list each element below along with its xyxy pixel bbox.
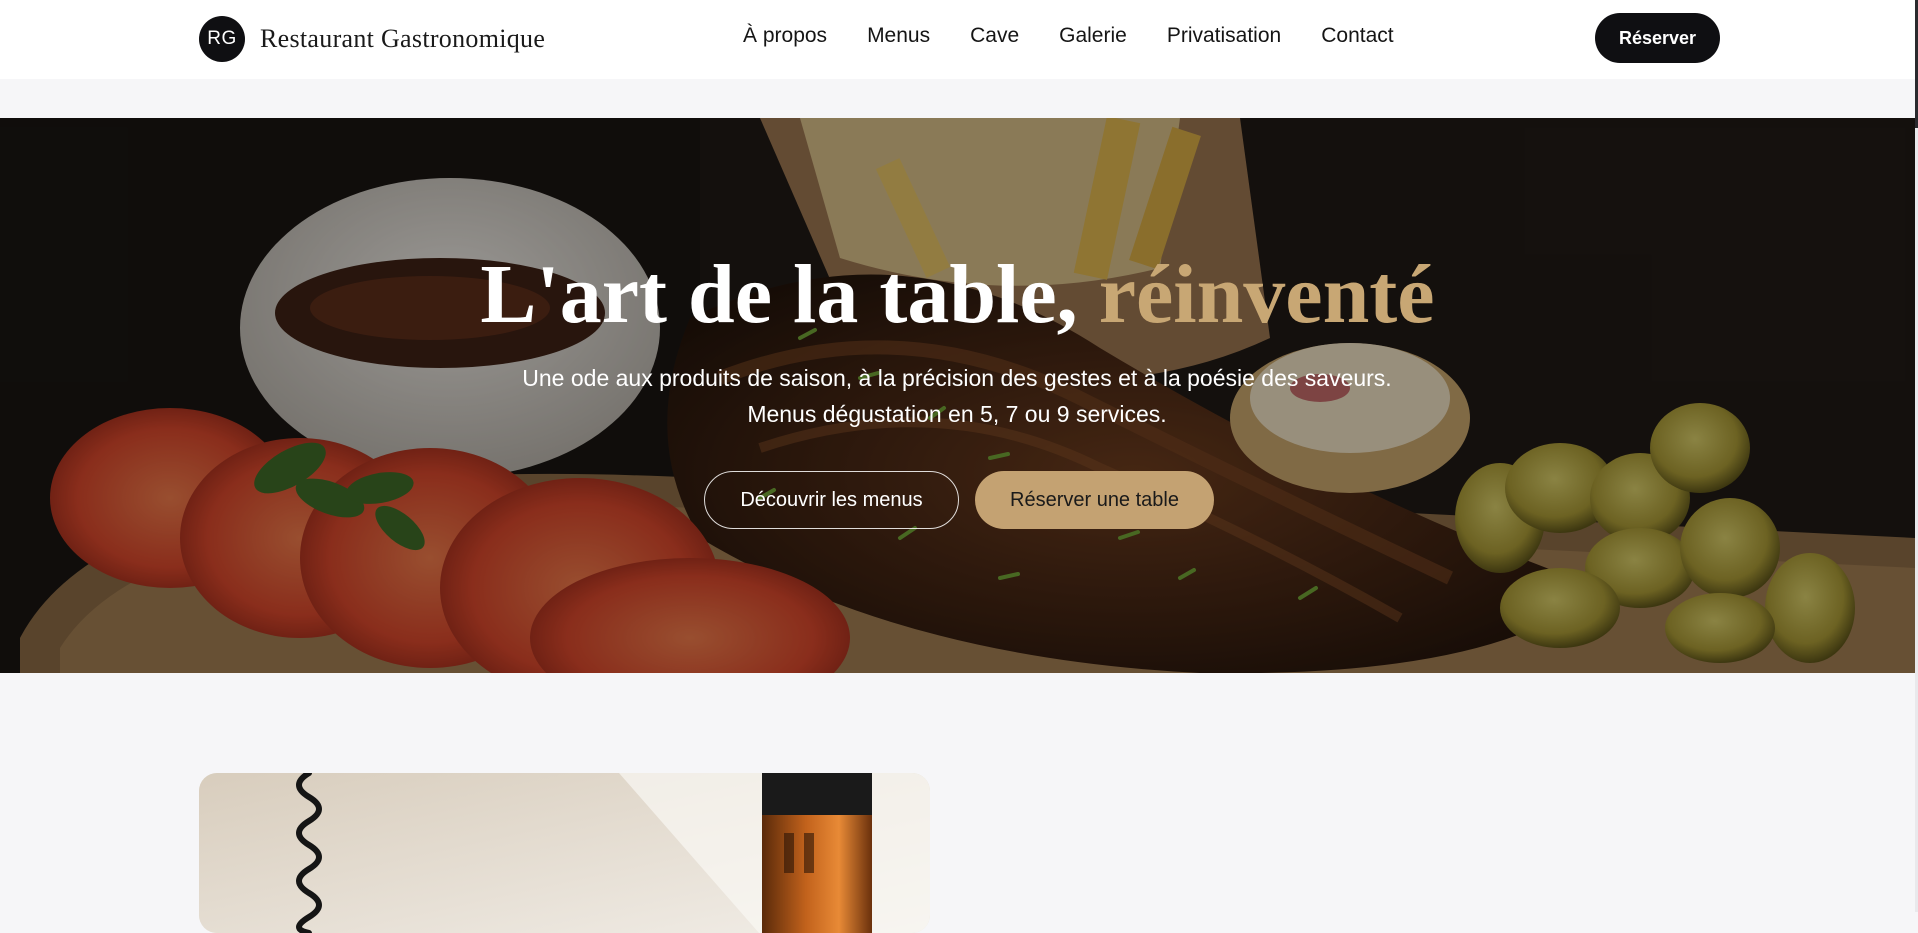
nav-item-a-propos[interactable]: À propos xyxy=(743,24,827,48)
nav-item-cave[interactable]: Cave xyxy=(970,24,1019,48)
reserve-button[interactable]: Réserver xyxy=(1595,13,1720,63)
site-header: RG Restaurant Gastronomique À propos Men… xyxy=(0,0,1915,79)
nav-item-menus[interactable]: Menus xyxy=(867,24,930,48)
discover-menus-button[interactable]: Découvrir les menus xyxy=(704,471,959,529)
hero-title-accent: réinventé xyxy=(1098,248,1435,341)
hero-subtitle: Une ode aux produits de saison, à la pré… xyxy=(522,365,1392,427)
nav-item-galerie[interactable]: Galerie xyxy=(1059,24,1127,48)
hero-title: L'art de la table, réinventé xyxy=(0,253,1915,337)
hero-section: L'art de la table, réinventé Une ode aux… xyxy=(0,118,1915,673)
brand[interactable]: RG Restaurant Gastronomique xyxy=(199,16,545,62)
brand-name[interactable]: Restaurant Gastronomique xyxy=(260,24,545,54)
hero-title-main: L'art de la table, xyxy=(480,248,1078,341)
wine-image xyxy=(199,773,930,933)
brand-logo[interactable]: RG xyxy=(199,16,245,62)
feature-image-card xyxy=(199,773,930,933)
nav-item-privatisation[interactable]: Privatisation xyxy=(1167,24,1281,48)
main-nav: À propos Menus Cave Galerie Privatisatio… xyxy=(743,24,1394,48)
book-table-button[interactable]: Réserver une table xyxy=(975,471,1214,529)
nav-item-contact[interactable]: Contact xyxy=(1321,24,1393,48)
